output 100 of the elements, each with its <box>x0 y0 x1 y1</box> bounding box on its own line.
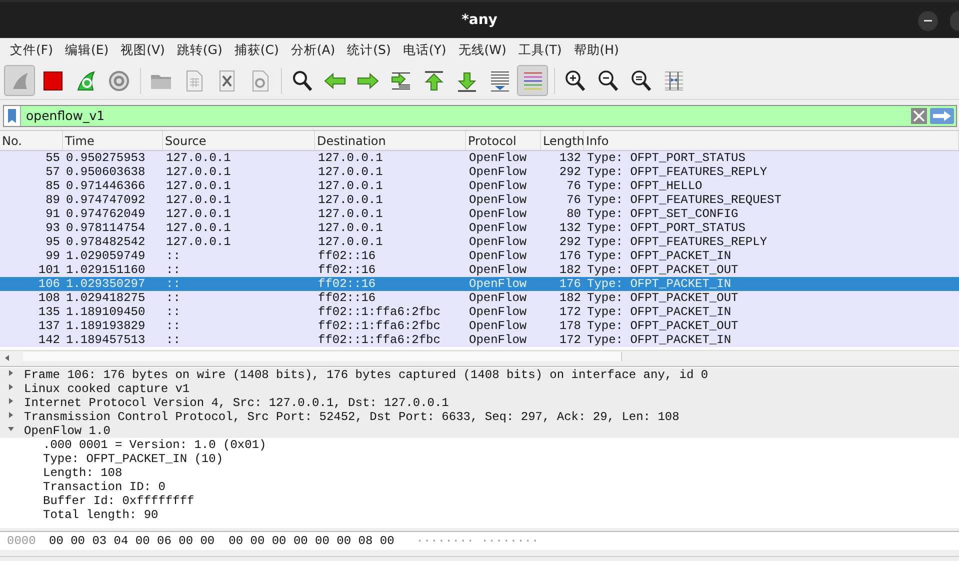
table-cell-text: Type: OFPT_PACKET_OUT <box>586 263 740 277</box>
table-cell-text: 127.0.0.1 <box>317 179 384 193</box>
table-cell-text: 135 <box>37 305 61 319</box>
menu-item[interactable]: 帮助(H) <box>568 42 625 58</box>
table-cell-text: OpenFlow <box>468 221 528 235</box>
table-cell-text: 127.0.0.1 <box>165 151 232 165</box>
tree-item[interactable]: Type: OFPT_PACKET_IN (10) <box>43 452 224 466</box>
column-header[interactable]: Info <box>584 131 959 150</box>
tree-item[interactable]: Linux cooked capture v1 <box>24 382 190 396</box>
table-cell-text: Type: OFPT_SET_CONFIG <box>586 207 740 221</box>
packet-row[interactable]: 55 0.950275953 127.0.0.1 127.0.0.1 OpenFlow 132 Type: OFPT_PORT_STATUS <box>0 151 959 165</box>
colored-lines-button[interactable] <box>517 65 548 96</box>
table-cell-text: 127.0.0.1 <box>165 207 232 221</box>
table-cell-text: 95 <box>44 235 61 249</box>
table-cell-text: 0.950603638 <box>65 165 146 179</box>
tree-item[interactable]: Total length: 90 <box>43 508 158 522</box>
table-cell-text: 127.0.0.1 <box>317 221 384 235</box>
hex-bytes: 00 00 03 04 00 06 00 00 <box>49 534 215 548</box>
menu-item[interactable]: 分析(A) <box>284 42 342 58</box>
table-cell-text: 89 <box>44 193 61 207</box>
tree-item[interactable]: Transaction ID: 0 <box>43 480 166 494</box>
table-cell-text: 127.0.0.1 <box>317 207 384 221</box>
table-cell-text: ff02::16 <box>317 249 377 263</box>
column-header[interactable]: No. <box>0 131 63 150</box>
column-header[interactable]: Destination <box>315 131 466 150</box>
packet-row[interactable]: 135 1.189109450 :: ff02::1:ffa6:2fbc OpenFlow 172 Type: OFPT_PACKET_IN <box>0 305 959 319</box>
stop-icon <box>40 68 64 92</box>
table-cell-text: Type: OFPT_FEATURES_REPLY <box>586 165 768 179</box>
menu-item[interactable]: 工具(T) <box>512 42 568 58</box>
table-cell-text: ff02::16 <box>317 263 377 277</box>
table-cell-text: 172 <box>558 333 582 347</box>
table-cell-text: 1.029059749 <box>65 249 146 263</box>
menu-item[interactable]: 电话(Y) <box>396 42 452 58</box>
packet-row[interactable]: 91 0.974762049 127.0.0.1 127.0.0.1 OpenFlow 80 Type: OFPT_SET_CONFIG <box>0 207 959 221</box>
table-cell-text: 1.029350297 <box>65 277 146 291</box>
table-cell-text: 182 <box>558 263 582 277</box>
column-header[interactable]: Source <box>163 131 315 150</box>
packet-row[interactable]: 108 1.029418275 :: ff02::16 OpenFlow 182 Type: OFPT_PACKET_OUT <box>0 291 959 305</box>
menu-item[interactable]: 视图(V) <box>114 42 171 58</box>
table-cell-text: 76 <box>566 193 582 207</box>
menu-item[interactable]: 统计(S) <box>341 42 397 58</box>
table-cell-text: 99 <box>44 249 61 263</box>
table-cell-text: Type: OFPT_PACKET_IN <box>586 333 732 347</box>
table-cell-text: OpenFlow <box>468 263 528 277</box>
table-cell-text: OpenFlow <box>468 151 528 165</box>
table-cell-text: 0.974762049 <box>65 207 146 221</box>
table-cell-text: 0.971446366 <box>65 179 146 193</box>
table-cell-text: 176 <box>558 249 582 263</box>
zoom-reset-icon <box>628 68 652 92</box>
table-cell-text: OpenFlow <box>468 249 528 263</box>
hex-offset: 0000 <box>7 534 37 548</box>
table-cell-text: Type: OFPT_PACKET_IN <box>586 305 732 319</box>
table-cell-text: ff02::1:ffa6:2fbc <box>317 305 442 319</box>
table-cell-text: 127.0.0.1 <box>165 235 232 249</box>
table-cell-text: ff02::16 <box>317 291 377 305</box>
table-cell-text: Type: OFPT_PACKET_OUT <box>586 291 740 305</box>
column-header[interactable]: Protocol <box>466 131 541 150</box>
packet-row[interactable]: 85 0.971446366 127.0.0.1 127.0.0.1 OpenFlow 76 Type: OFPT_HELLO <box>0 179 959 193</box>
packet-row[interactable]: 89 0.974747092 127.0.0.1 127.0.0.1 OpenFlow 76 Type: OFPT_FEATURES_REQUEST <box>0 193 959 207</box>
table-cell-text: OpenFlow <box>468 333 528 347</box>
table-cell-text: 1.189457513 <box>65 333 146 347</box>
table-cell-text: 127.0.0.1 <box>317 235 384 249</box>
hex-ascii: ········ ········ <box>416 534 539 548</box>
table-cell-text: 132 <box>558 221 582 235</box>
table-cell-text: 101 <box>37 263 61 277</box>
table-cell-text: ff02::16 <box>317 277 377 291</box>
table-cell-text: Type: OFPT_HELLO <box>586 179 704 193</box>
table-cell-text: 127.0.0.1 <box>317 193 384 207</box>
table-cell-text: 0.950275953 <box>65 151 146 165</box>
table-cell-text: 0.978114754 <box>65 221 146 235</box>
table-cell-text: OpenFlow <box>468 193 528 207</box>
menu-item[interactable]: 编辑(E) <box>58 42 115 58</box>
tree-item[interactable]: OpenFlow 1.0 <box>24 424 110 438</box>
table-cell-text: :: <box>165 305 182 319</box>
tree-item[interactable]: Buffer Id: 0xffffffff <box>43 494 194 508</box>
minimize-button[interactable] <box>918 11 938 31</box>
packet-row[interactable]: 99 1.029059749 :: ff02::16 OpenFlow 176 Type: OFPT_PACKET_IN <box>0 249 959 263</box>
packet-row[interactable]: 137 1.189193829 :: ff02::1:ffa6:2fbc OpenFlow 178 Type: OFPT_PACKET_OUT <box>0 319 959 333</box>
zoom-out-icon <box>596 68 620 92</box>
column-header[interactable]: Length <box>541 131 584 150</box>
table-cell-text: 91 <box>44 207 61 221</box>
packet-row[interactable]: 95 0.978482542 127.0.0.1 127.0.0.1 OpenFlow 292 Type: OFPT_FEATURES_REPLY <box>0 235 959 249</box>
menu-item[interactable]: 捕获(C) <box>228 42 285 58</box>
table-cell-text: 1.189109450 <box>65 305 146 319</box>
menu-item[interactable]: 无线(W) <box>452 42 512 58</box>
scroll-left-icon[interactable] <box>3 354 11 361</box>
tree-item[interactable]: .000 0001 = Version: 1.0 (0x01) <box>43 438 266 452</box>
table-cell-text: 132 <box>558 151 582 165</box>
table-cell-text: 55 <box>44 151 61 165</box>
packet-row[interactable]: 93 0.978114754 127.0.0.1 127.0.0.1 OpenFlow 132 Type: OFPT_PORT_STATUS <box>0 221 959 235</box>
tree-item[interactable]: Length: 108 <box>43 466 122 480</box>
menu-item[interactable]: 文件(F) <box>4 42 59 58</box>
table-cell-text: 93 <box>44 221 61 235</box>
menu-item[interactable]: 跳转(G) <box>170 42 228 58</box>
table-cell-text: Type: OFPT_PACKET_IN <box>586 277 732 291</box>
table-cell-text: 57 <box>44 165 61 179</box>
packet-row[interactable]: 101 1.029151160 :: ff02::16 OpenFlow 182 Type: OFPT_PACKET_OUT <box>0 263 959 277</box>
packet-row[interactable]: 57 0.950603638 127.0.0.1 127.0.0.1 OpenFlow 292 Type: OFPT_FEATURES_REPLY <box>0 165 959 179</box>
packet-row[interactable]: 142 1.189457513 :: ff02::1:ffa6:2fbc OpenFlow 172 Type: OFPT_PACKET_IN <box>0 333 959 347</box>
column-header[interactable]: Time <box>63 131 163 150</box>
